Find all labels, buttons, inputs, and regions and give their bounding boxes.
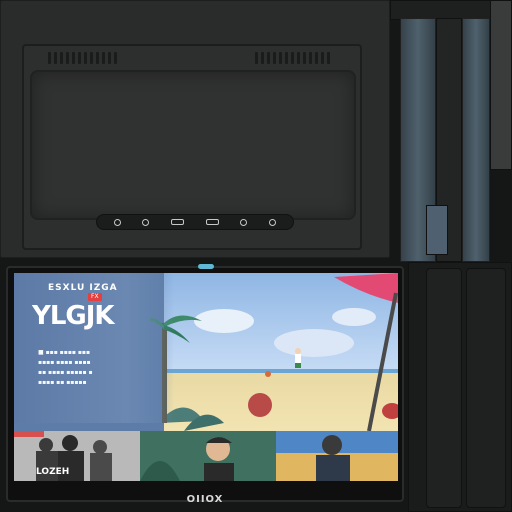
person-head (295, 348, 301, 354)
thumbnail-row: LOZEH (14, 431, 398, 481)
power-led (198, 264, 214, 269)
thumbnail-card[interactable] (140, 431, 276, 481)
cloud-icon (274, 329, 354, 357)
usb-port-icon[interactable] (205, 219, 219, 225)
circle-port-icon[interactable] (269, 218, 277, 226)
upper-screen-panel (30, 70, 356, 220)
vent-grille-left (48, 52, 117, 70)
meta-line: ▪▪▪▪ ▪▪▪▪ ▪▪▪▪ (38, 359, 91, 366)
lower-screen: ESXLU IZGA FX YLGJK ■ ▪▪▪ ▪▪▪▪ ▪▪▪ ▪▪▪▪ … (14, 273, 398, 481)
scene: ESXLU IZGA FX YLGJK ■ ▪▪▪ ▪▪▪▪ ▪▪▪ ▪▪▪▪ … (0, 0, 512, 512)
vent-grille-right (255, 52, 330, 70)
page-title: YLGJK (32, 301, 115, 331)
small-ball-icon (265, 371, 271, 377)
thumbnail-art (14, 431, 112, 481)
thumbnail-label: LOZEH (36, 467, 70, 477)
rail-bracket (426, 205, 448, 255)
person-body (295, 354, 301, 363)
meta-line: ▪▪ ▪▪▪▪ ▪▪▪▪▪ ▪ (38, 369, 93, 376)
cloud-icon (332, 308, 376, 326)
side-column-1 (426, 268, 462, 508)
circle-port-icon[interactable] (113, 218, 121, 226)
parasol-icon (334, 273, 398, 303)
person-shorts (295, 363, 301, 368)
device-bottom-label: OIIOX (186, 494, 224, 505)
circle-port-icon[interactable] (142, 218, 150, 226)
side-column-2 (466, 268, 506, 508)
brand-small-label: ESXLU IZGA (48, 283, 118, 293)
beach-ball-icon (248, 393, 272, 417)
port-strip (96, 214, 294, 230)
circle-port-icon[interactable] (240, 218, 248, 226)
edge-rail (490, 0, 512, 170)
thumbnail-card[interactable] (276, 431, 398, 481)
badge: FX (88, 293, 102, 301)
usb-port-icon[interactable] (171, 219, 185, 225)
thumbnail-art (140, 437, 234, 481)
meta-line: ■ ▪▪▪ ▪▪▪▪ ▪▪▪ (38, 349, 91, 356)
thumbnail-card[interactable]: LOZEH (14, 431, 140, 481)
meta-line: ▪▪▪▪ ▪▪ ▪▪▪▪▪ (38, 379, 87, 386)
beach-bucket-icon (382, 403, 398, 419)
thumbnail-art (276, 435, 398, 481)
glass-rail-right (462, 18, 490, 262)
